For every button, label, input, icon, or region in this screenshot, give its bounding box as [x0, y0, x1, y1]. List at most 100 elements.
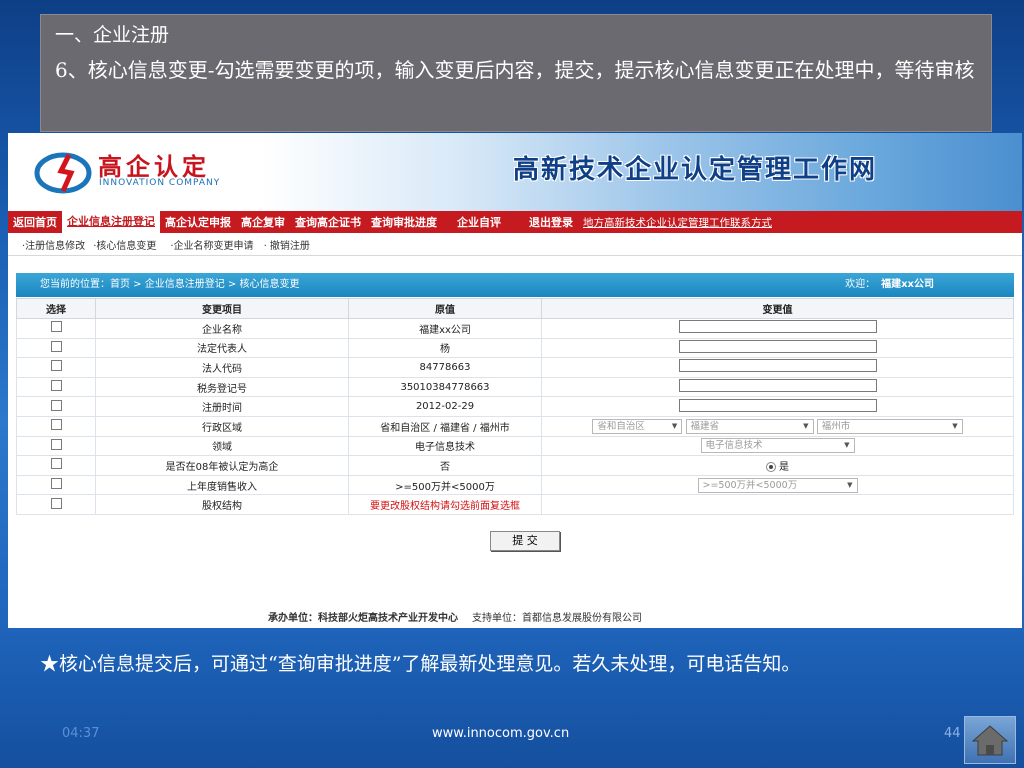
chevron-down-icon: ▼ — [803, 421, 809, 430]
row-item: 企业名称 — [95, 318, 349, 339]
footer-host: 承办单位：科技部火炬高技术产业开发中心 — [268, 613, 458, 624]
field-select[interactable]: 电子信息技术 ▼ — [700, 438, 855, 454]
column-header: 变更值 — [541, 298, 1014, 319]
new-value-input[interactable] — [678, 379, 877, 393]
subnav-cancel-registration[interactable]: · 撤销注册 — [254, 237, 310, 252]
slide-page-number: 44 — [944, 726, 961, 741]
select-value: 福州市 — [821, 420, 851, 432]
chevron-down-icon: ▼ — [844, 441, 850, 450]
nav-home[interactable]: 返回首页 — [8, 214, 62, 230]
row-original: 否 — [348, 455, 542, 476]
welcome-label: 欢迎： — [845, 279, 876, 290]
row-checkbox[interactable] — [50, 360, 62, 372]
subnav-name-change[interactable]: ·企业名称变更申请 — [156, 237, 253, 252]
chevron-down-icon: ▼ — [847, 480, 853, 489]
row-item: 法定代表人 — [95, 337, 349, 359]
yes-radio[interactable] — [766, 461, 776, 472]
caption-description: 6、核心信息变更-勾选需要变更的项，输入变更后内容，提交，提示核心信息变更正在处… — [55, 58, 975, 82]
new-value-input[interactable] — [678, 339, 877, 353]
row-original: 杨 — [348, 337, 542, 359]
welcome-company: 福建xx公司 — [881, 279, 934, 290]
row-checkbox[interactable] — [50, 438, 62, 450]
nav-review[interactable]: 高企复审 — [236, 214, 290, 230]
row-original: >=500万并<5000万 — [348, 474, 542, 496]
region-province-select[interactable]: 福建省 ▼ — [685, 418, 814, 434]
sub-nav: ·注册信息修改 ·核心信息变更 ·企业名称变更申请 · 撤销注册 — [8, 233, 1022, 256]
site-banner: 高企认定 INNOVATION COMPANY 高新技术企业认定管理工作网 — [8, 133, 1022, 211]
row-item: 行政区域 — [95, 415, 349, 437]
select-value: >=500万并<5000万 — [702, 479, 798, 491]
welcome-text: 欢迎： 福建xx公司 — [845, 273, 934, 297]
caption-heading: 一、企业注册 — [55, 24, 170, 46]
chevron-down-icon: ▼ — [952, 421, 958, 430]
row-original: 福建xx公司 — [348, 318, 542, 339]
row-item: 领域 — [95, 435, 349, 457]
row-checkbox[interactable] — [50, 399, 62, 411]
breadcrumb-path: 您当前的位置：首页 > 企业信息注册登记 > 核心信息变更 — [40, 279, 300, 290]
nav-progress[interactable]: 查询审批进度 — [366, 214, 442, 230]
table-row: 股权结构 要更改股权结构请勾选前面复选框 — [16, 494, 1014, 515]
row-checkbox[interactable] — [50, 380, 62, 392]
new-value-input[interactable] — [678, 398, 877, 412]
row-checkbox[interactable] — [50, 458, 62, 470]
table-row: 是否在08年被认定为高企 否 是 — [16, 455, 1014, 476]
region-city-select[interactable]: 福州市 ▼ — [816, 418, 963, 434]
row-item: 是否在08年被认定为高企 — [95, 455, 349, 476]
row-checkbox[interactable] — [50, 321, 62, 333]
chevron-down-icon: ▼ — [671, 421, 678, 430]
row-checkbox[interactable] — [50, 419, 62, 431]
row-item: 法人代码 — [95, 357, 349, 378]
column-header: 选择 — [16, 298, 96, 319]
row-original: 2012-02-29 — [348, 396, 542, 417]
region-province-type-select[interactable]: 省和自治区 ▼ — [592, 418, 683, 434]
subnav-edit-info[interactable]: ·注册信息修改 — [8, 237, 85, 252]
row-item: 股权结构 — [95, 494, 349, 515]
table-row: 法人代码 84778663 — [16, 357, 1014, 378]
table-row: 法定代表人 杨 — [16, 337, 1014, 359]
home-button[interactable] — [964, 716, 1016, 764]
nav-certificate[interactable]: 查询高企证书 — [290, 214, 366, 230]
table-row: 领域 电子信息技术 电子信息技术 ▼ — [16, 435, 1014, 457]
row-original: 电子信息技术 — [348, 435, 542, 457]
slide-caption: 一、企业注册 6、核心信息变更-勾选需要变更的项，输入变更后内容，提交，提示核心… — [40, 14, 992, 132]
nav-contact-link[interactable]: 地方高新技术企业认定管理工作联系方式 — [578, 215, 777, 230]
row-checkbox[interactable] — [50, 340, 62, 352]
new-value-input[interactable] — [678, 320, 877, 334]
table-row: 注册时间 2012-02-29 — [16, 396, 1014, 417]
column-header: 变更项目 — [95, 298, 349, 319]
row-checkbox[interactable] — [50, 497, 62, 509]
nav-registration[interactable]: 企业信息注册登记 — [62, 211, 160, 233]
row-original: 省和自治区 / 福建省 / 福州市 — [348, 415, 542, 437]
home-icon — [971, 725, 1009, 756]
subnav-core-change[interactable]: ·核心信息变更 — [85, 237, 156, 252]
select-value: 福建省 — [690, 420, 720, 432]
breadcrumb: 您当前的位置：首页 > 企业信息注册登记 > 核心信息变更 欢迎： 福建xx公司 — [16, 273, 1014, 297]
main-nav: 返回首页 企业信息注册登记 高企认定申报 高企复审 查询高企证书 查询审批进度 … — [8, 211, 1022, 233]
nav-self-eval[interactable]: 企业自评 — [452, 214, 506, 230]
table-header-row: 选择 变更项目 原值 变更值 — [16, 298, 1014, 319]
column-header: 原值 — [348, 298, 542, 319]
nav-logout[interactable]: 退出登录 — [524, 214, 578, 230]
radio-label: 是 — [779, 461, 789, 473]
logo-title: 高企认定 — [98, 153, 210, 181]
footer-support: 支持单位：首都信息发展股份有限公司 — [472, 613, 642, 624]
nav-apply[interactable]: 高企认定申报 — [160, 214, 236, 230]
table-row: 企业名称 福建xx公司 — [16, 318, 1014, 339]
row-checkbox[interactable] — [50, 478, 62, 490]
table-row: 行政区域 省和自治区 / 福建省 / 福州市 省和自治区 ▼ 福建省 ▼ 福州市 ▼ — [16, 415, 1014, 437]
sales-select[interactable]: >=500万并<5000万 ▼ — [697, 477, 858, 493]
table-row: 税务登记号 35010384778663 — [16, 376, 1014, 398]
slide-note: ★核心信息提交后，可通过“查询审批进度”了解最新处理意见。若久未处理，可电话告知… — [40, 653, 801, 675]
row-original: 要更改股权结构请勾选前面复选框 — [348, 494, 542, 515]
submit-button[interactable]: 提 交 — [490, 531, 560, 551]
new-value-input[interactable] — [678, 359, 877, 373]
slide-url: www.innocom.gov.cn — [432, 726, 570, 741]
site-title: 高新技术企业认定管理工作网 — [513, 155, 878, 185]
logo-subtitle: INNOVATION COMPANY — [99, 178, 221, 188]
select-value: 电子信息技术 — [705, 440, 763, 452]
select-value: 省和自治区 — [597, 420, 645, 432]
row-original: 35010384778663 — [348, 376, 542, 398]
empty-cell — [541, 494, 1014, 515]
row-item: 上年度销售收入 — [95, 474, 349, 496]
slide-time: 04:37 — [62, 726, 100, 741]
